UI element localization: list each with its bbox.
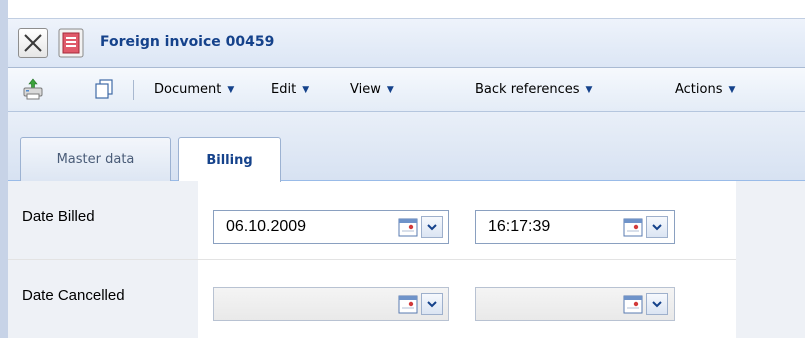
date-cancelled-time-field[interactable] (475, 287, 675, 321)
print-icon[interactable] (22, 78, 44, 100)
copy-icon[interactable] (93, 78, 115, 100)
tab-billing[interactable]: Billing (178, 137, 281, 182)
menu-document[interactable]: Document ▼ (154, 82, 234, 97)
toolbar-separator (133, 80, 134, 100)
toolbar: Document ▼ Edit ▼ View ▼ Back references ▼ A… (8, 68, 805, 112)
chevron-down-icon: ▼ (302, 84, 310, 95)
date-billed-date-value: 06.10.2009 (226, 218, 307, 235)
tab-master-data[interactable]: Master data (20, 137, 171, 181)
date-cancelled-date-field[interactable] (213, 287, 449, 321)
menu-view[interactable]: View ▼ (350, 82, 394, 97)
form-row-date-cancelled: Date Cancelled (8, 259, 805, 338)
date-cancelled-time-dropdown-button[interactable] (646, 293, 668, 315)
chevron-down-icon (427, 224, 437, 231)
menu-actions[interactable]: Actions ▼ (675, 82, 735, 97)
chevron-down-icon: ▼ (585, 84, 593, 95)
close-icon (24, 34, 42, 52)
title-bar: Foreign invoice 00459 (8, 18, 805, 68)
invoice-document-icon (58, 28, 84, 58)
date-billed-label: Date Billed (22, 208, 95, 225)
field-label-cell: Date Billed (8, 181, 198, 259)
date-billed-date-dropdown-button[interactable] (421, 216, 443, 238)
calendar-icon[interactable] (622, 293, 644, 315)
chevron-down-icon: ▼ (386, 84, 394, 95)
billing-form: Date Billed 06.10.2009 16:17:39 Date Can… (8, 181, 805, 338)
window-title: Foreign invoice 00459 (100, 34, 275, 50)
chevron-down-icon (652, 224, 662, 231)
chevron-down-icon (652, 301, 662, 308)
chevron-down-icon: ▼ (728, 84, 736, 95)
menu-edit[interactable]: Edit ▼ (271, 82, 309, 97)
date-billed-time-field[interactable]: 16:17:39 (475, 210, 675, 244)
calendar-icon[interactable] (397, 293, 419, 315)
field-label-cell: Date Cancelled (8, 260, 198, 338)
date-billed-time-dropdown-button[interactable] (646, 216, 668, 238)
date-billed-time-value: 16:17:39 (488, 218, 551, 235)
calendar-icon[interactable] (622, 216, 644, 238)
chevron-down-icon: ▼ (227, 84, 235, 95)
form-row-date-billed: Date Billed 06.10.2009 16:17:39 (8, 181, 805, 259)
date-billed-date-field[interactable]: 06.10.2009 (213, 210, 449, 244)
close-button[interactable] (18, 28, 48, 58)
calendar-icon[interactable] (397, 216, 419, 238)
chevron-down-icon (427, 301, 437, 308)
date-cancelled-label: Date Cancelled (22, 287, 125, 304)
menu-back-references[interactable]: Back references ▼ (475, 82, 592, 97)
tab-strip: Master data Billing (8, 112, 805, 182)
date-cancelled-date-dropdown-button[interactable] (421, 293, 443, 315)
form-right-panel (736, 181, 805, 338)
window-frame-left (0, 0, 8, 338)
